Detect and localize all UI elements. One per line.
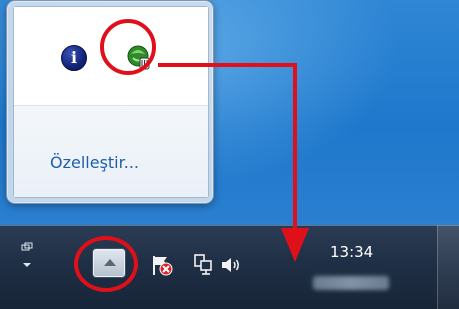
volume-icon[interactable]: [219, 253, 243, 277]
language-bar-icon[interactable]: [20, 241, 34, 271]
highlight-circle-green-icon: [100, 19, 156, 75]
highlight-circle-overflow-button: [74, 236, 138, 292]
clock-date-blurred: [313, 276, 389, 290]
network-icon[interactable]: [191, 253, 215, 277]
customize-area: Özelleştir...: [14, 106, 208, 197]
customize-link[interactable]: Özelleştir...: [50, 153, 139, 172]
show-desktop-button[interactable]: [437, 225, 459, 309]
info-icon[interactable]: i: [61, 45, 87, 71]
action-center-flag-icon[interactable]: [150, 253, 174, 277]
clock-time[interactable]: 13:34: [330, 243, 373, 261]
